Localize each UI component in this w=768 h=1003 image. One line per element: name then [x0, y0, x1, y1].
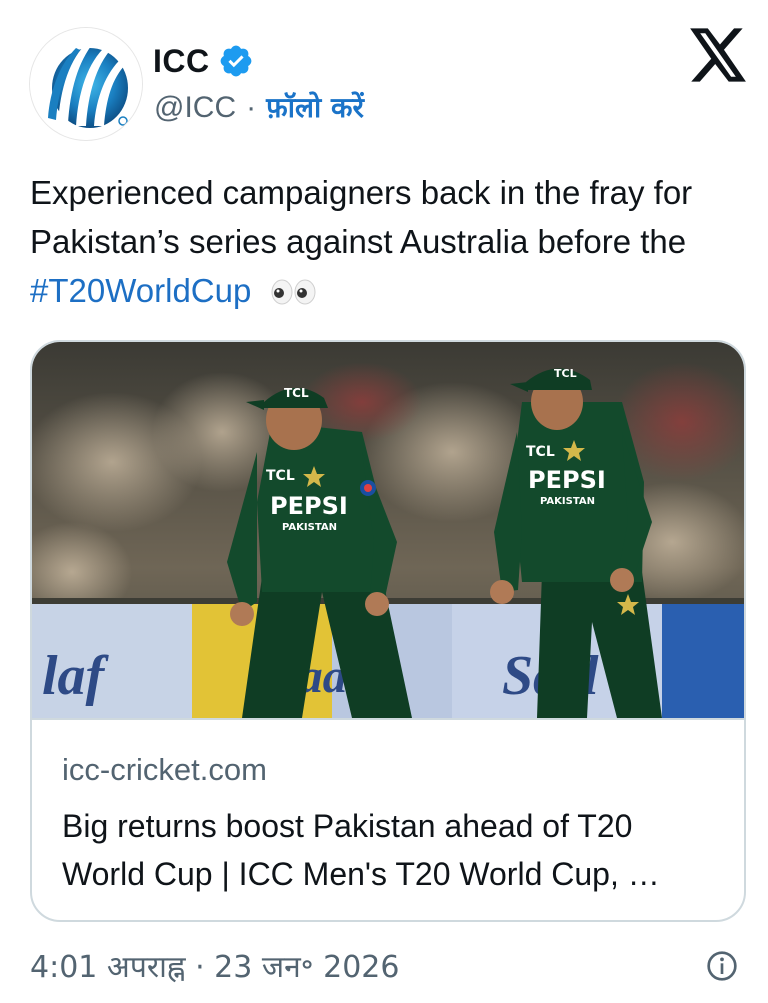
- card-title[interactable]: Big returns boost Pakistan ahead of T20 …: [62, 802, 722, 898]
- jersey-sponsor-right: PEPSI: [528, 466, 606, 494]
- tweet-text: Experienced campaigners back in the fray…: [30, 168, 740, 318]
- follow-button[interactable]: फ़ॉलो करें: [266, 88, 364, 126]
- card-image[interactable]: laf Saar Sarl TCL TCL PEPSI: [32, 342, 744, 718]
- author-avatar[interactable]: [30, 28, 142, 140]
- card-domain: icc-cricket.com: [62, 752, 267, 787]
- svg-text:TCL: TCL: [284, 386, 309, 400]
- x-logo-icon[interactable]: [690, 28, 748, 82]
- svg-text:TCL: TCL: [266, 468, 295, 484]
- jersey-country-left: PAKISTAN: [282, 522, 337, 533]
- tweet-body: Experienced campaigners back in the fray…: [30, 174, 693, 260]
- card-divider: [32, 718, 744, 720]
- svg-text:TCL: TCL: [554, 367, 577, 380]
- tweet-embed: ICC @ICC · फ़ॉलो करें Experienced campai…: [0, 0, 768, 1003]
- svg-text:TCL: TCL: [526, 444, 555, 460]
- link-preview-card[interactable]: laf Saar Sarl TCL TCL PEPSI: [30, 340, 746, 922]
- jersey-sponsor-left: PEPSI: [270, 492, 348, 520]
- icc-logo-icon: [30, 28, 142, 140]
- author-handle-row: @ICC · फ़ॉलो करें: [154, 88, 364, 126]
- svg-text:laf: laf: [42, 645, 110, 707]
- separator-dot: ·: [246, 91, 257, 124]
- jersey-country-right: PAKISTAN: [540, 496, 595, 507]
- author-display-name[interactable]: ICC: [153, 43, 210, 80]
- author-name-row[interactable]: ICC: [153, 40, 254, 82]
- photo-pakistan-cricketers-icon: laf Saar Sarl TCL TCL PEPSI: [32, 342, 744, 718]
- eyes-emoji-icon: [271, 269, 317, 318]
- info-icon[interactable]: [706, 950, 738, 982]
- hashtag-link[interactable]: #T20WorldCup: [30, 272, 251, 309]
- verified-badge-icon: [220, 45, 251, 77]
- author-handle[interactable]: @ICC: [154, 91, 236, 125]
- tweet-timestamp[interactable]: 4:01 अपराह्न · 23 जन॰ 2026: [30, 945, 399, 986]
